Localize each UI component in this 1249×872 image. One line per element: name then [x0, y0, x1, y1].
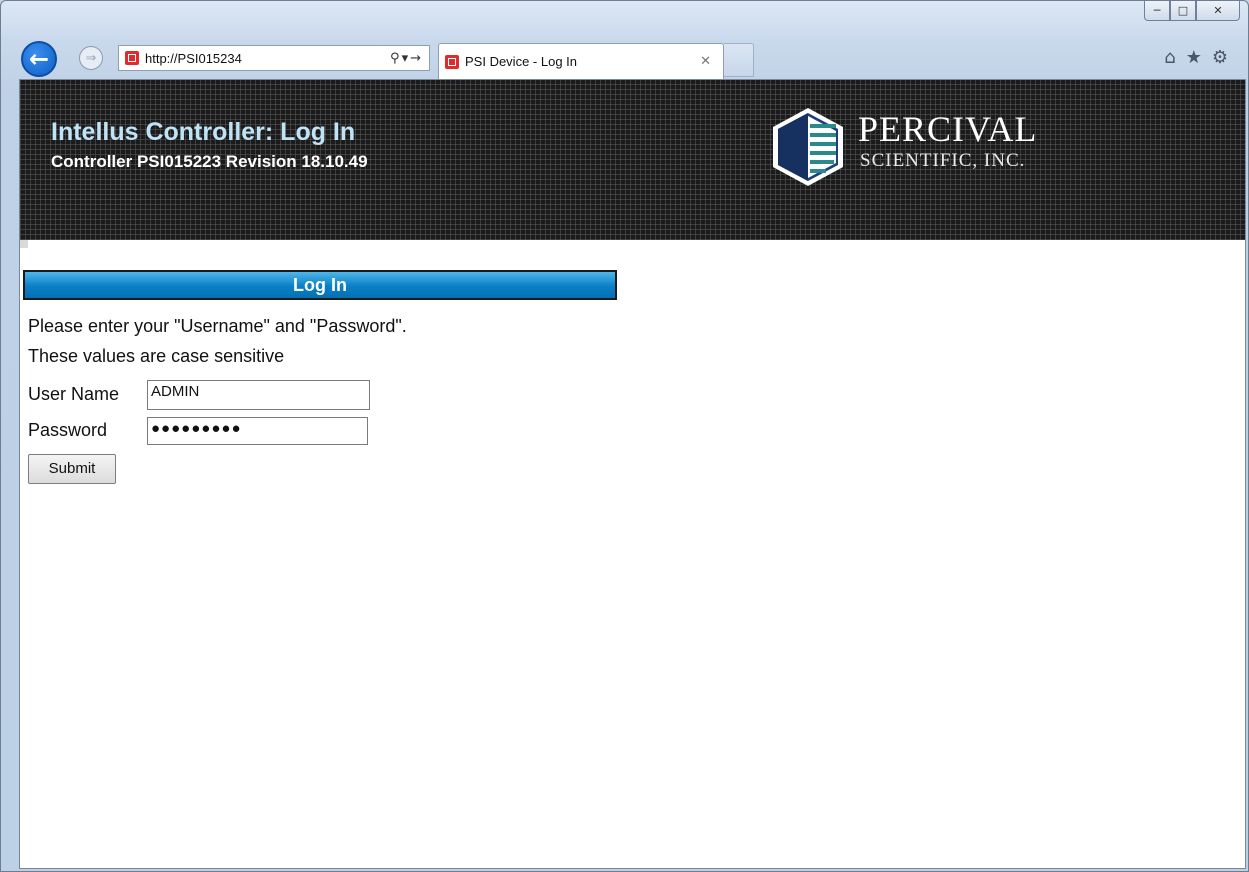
home-icon[interactable]: ⌂ — [1164, 47, 1175, 68]
browser-window: ─ □ ✕ ← ⇒ http://PSI015234 ⚲▾→ PSI Devic… — [0, 0, 1249, 872]
password-label: Password — [28, 420, 108, 440]
forward-button[interactable]: ⇒ — [79, 46, 103, 70]
search-dropdown-icon[interactable]: ⚲▾→ — [390, 51, 429, 66]
address-url[interactable]: http://PSI015234 — [145, 51, 390, 66]
password-input[interactable]: ●●●●●●●●● — [147, 417, 368, 445]
back-arrow-icon: ← — [28, 45, 50, 73]
percival-logo-icon — [773, 108, 843, 186]
restore-icon[interactable]: □ — [1170, 1, 1196, 21]
tab-favicon-icon — [445, 54, 459, 69]
controller-revision: Controller PSI015223 Revision 18.10.49 — [51, 152, 368, 171]
logo-name: PERCIVAL — [858, 109, 1038, 149]
close-icon[interactable]: ✕ — [1196, 1, 1240, 21]
window-controls: ─ □ ✕ — [1144, 1, 1240, 21]
toolbar-icons: ⌂ ★ ⚙ — [1164, 47, 1228, 68]
page-viewport: Intellus Controller: Log In Controller P… — [19, 79, 1246, 869]
submit-button[interactable]: Submit — [28, 454, 116, 484]
tab-close-icon[interactable]: ✕ — [700, 54, 723, 69]
tab-title: PSI Device - Log In — [465, 54, 577, 69]
favorites-star-icon[interactable]: ★ — [1186, 47, 1202, 68]
header-banner: Intellus Controller: Log In Controller P… — [20, 80, 1245, 240]
settings-gear-icon[interactable]: ⚙ — [1212, 47, 1228, 68]
case-sensitive-note: These values are case sensitive — [28, 346, 285, 366]
address-bar[interactable]: http://PSI015234 ⚲▾→ — [118, 45, 430, 71]
login-section-header: Log In — [23, 270, 617, 300]
logo-subtitle: SCIENTIFIC, INC. — [860, 150, 1026, 171]
banner-edge — [20, 240, 28, 248]
back-button[interactable]: ← — [21, 41, 57, 77]
forward-arrow-icon: ⇒ — [85, 50, 97, 66]
page-title: Intellus Controller: Log In — [51, 118, 356, 146]
new-tab-button[interactable] — [724, 43, 754, 77]
login-instruction: Please enter your "Username" and "Passwo… — [28, 316, 407, 336]
site-favicon-icon — [125, 51, 139, 65]
username-label: User Name — [28, 384, 120, 404]
tab-psi-device[interactable]: PSI Device - Log In ✕ — [438, 43, 724, 79]
username-input[interactable]: ADMIN — [147, 380, 370, 410]
minimize-icon[interactable]: ─ — [1144, 1, 1170, 21]
